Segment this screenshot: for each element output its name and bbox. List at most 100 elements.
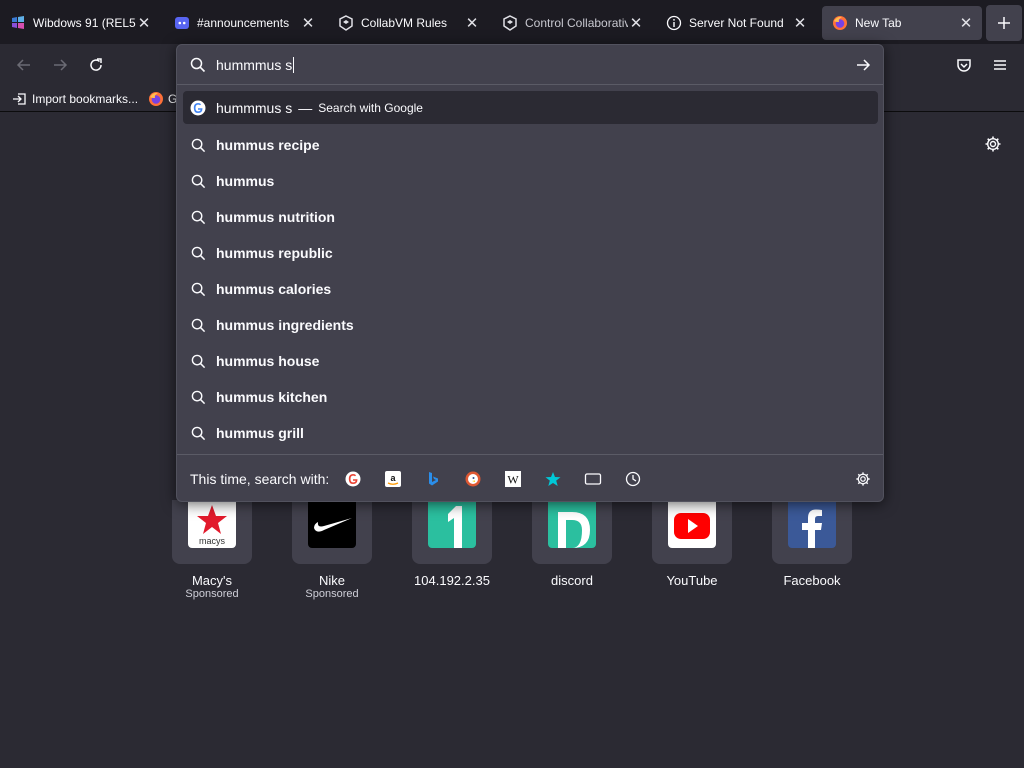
tab-server-not-found[interactable]: Server Not Found ✕ — [656, 6, 816, 40]
suggestion-item[interactable]: hummus nutrition — [183, 199, 878, 235]
reload-icon — [90, 58, 102, 71]
suggestion-text: hummus grill — [216, 425, 304, 441]
close-tab-icon[interactable]: ✕ — [628, 15, 644, 32]
tab-title: Wibdows 91 (REL5) — [33, 16, 136, 30]
result-action: Search with Google — [318, 100, 423, 115]
pocket-button[interactable] — [952, 53, 976, 77]
new-tab-button[interactable] — [986, 5, 1022, 41]
url-input[interactable]: hummmus s — [177, 45, 883, 85]
pocket-icon — [957, 59, 971, 72]
top-site-discord[interactable]: discord — [532, 500, 612, 588]
duckduckgo-icon[interactable] — [463, 469, 483, 489]
youtube-icon — [668, 500, 716, 548]
tabs-icon[interactable] — [583, 469, 603, 489]
collabvm-icon — [502, 15, 518, 31]
collabvm-icon — [338, 15, 354, 31]
tab-title: CollabVM Rules — [361, 16, 448, 30]
close-tab-icon[interactable]: ✕ — [958, 15, 974, 32]
go-button[interactable] — [854, 56, 872, 74]
top-site-macys[interactable]: macys Macy's Sponsored — [172, 500, 252, 600]
tab-new-tab[interactable]: New Tab ✕ — [822, 6, 982, 40]
search-icon — [190, 245, 206, 261]
suggestion-text: hummus nutrition — [216, 209, 335, 225]
go-arrow-icon — [857, 58, 871, 71]
suggestion-item[interactable]: hummus grill — [183, 415, 878, 451]
search-icon — [190, 353, 206, 369]
tab-title: #announcements — [197, 16, 290, 30]
result-query: hummmus s — [216, 99, 293, 116]
result-search-google[interactable]: hummmus s — Search with Google — [183, 91, 878, 124]
suggestion-item[interactable]: hummus house — [183, 343, 878, 379]
facebook-icon — [788, 500, 836, 548]
getting-started-bookmark[interactable]: G — [148, 90, 177, 108]
suggestion-item[interactable]: hummus republic — [183, 235, 878, 271]
top-site-ip[interactable]: 104.192.2.35 — [412, 500, 492, 588]
one-off-label: This time, search with: — [190, 470, 330, 487]
svg-text:macys: macys — [199, 536, 226, 546]
tab-wibdows[interactable]: Wibdows 91 (REL5) ✕ — [0, 6, 160, 40]
history-icon[interactable] — [623, 469, 643, 489]
sponsored-label: Sponsored — [305, 588, 359, 600]
suggestion-text: hummus house — [216, 353, 320, 369]
suggestion-item[interactable]: hummus kitchen — [183, 379, 878, 415]
import-icon — [13, 93, 26, 105]
text-cursor — [293, 56, 295, 73]
top-site-nike[interactable]: Nike Sponsored — [292, 500, 372, 600]
discord-icon — [174, 15, 190, 31]
sponsored-label: Sponsored — [185, 588, 239, 600]
suggestion-text: hummus — [216, 173, 275, 189]
top-site-label: Facebook — [783, 573, 841, 588]
close-tab-icon[interactable]: ✕ — [792, 15, 808, 32]
suggestion-item[interactable]: hummus ingredients — [183, 307, 878, 343]
urlbar-popup: hummmus s hummmus s — Search with Google… — [176, 44, 884, 502]
bing-icon[interactable] — [423, 469, 443, 489]
close-tab-icon[interactable]: ✕ — [464, 15, 480, 32]
top-site-label: discord — [551, 573, 593, 588]
suggestion-item[interactable]: hummus — [183, 163, 878, 199]
import-bookmarks-label: Import bookmarks... — [32, 92, 139, 106]
suggestion-item[interactable]: hummus recipe — [183, 127, 878, 163]
search-icon — [190, 281, 206, 297]
amazon-icon[interactable]: a — [383, 469, 403, 489]
result-dash: — — [298, 99, 313, 116]
tab-title: Server Not Found — [689, 16, 784, 30]
bookmarks-star-icon[interactable] — [543, 469, 563, 489]
suggestion-text: hummus republic — [216, 245, 333, 261]
import-bookmarks-item[interactable]: Import bookmarks... — [12, 90, 138, 108]
tab-title: New Tab — [855, 16, 902, 30]
suggestion-text: hummus recipe — [216, 137, 320, 153]
top-site-facebook[interactable]: Facebook — [772, 500, 852, 588]
forward-button[interactable] — [48, 53, 72, 77]
close-tab-icon[interactable]: ✕ — [300, 15, 316, 32]
close-tab-icon[interactable]: ✕ — [136, 15, 152, 32]
back-button[interactable] — [12, 53, 36, 77]
top-site-youtube[interactable]: YouTube — [652, 500, 732, 588]
one-off-search-bar: This time, search with: a W — [177, 454, 883, 502]
google-icon — [190, 100, 206, 116]
wibdows-icon — [10, 15, 26, 31]
tab-title: Control Collaborativ — [525, 16, 628, 30]
nike-swoosh-icon — [308, 500, 356, 548]
suggestion-item[interactable]: hummus calories — [183, 271, 878, 307]
tab-collabvm-rules[interactable]: CollabVM Rules ✕ — [328, 6, 488, 40]
letter-1-icon — [428, 500, 476, 548]
url-typed-text: hummmus s — [216, 56, 293, 73]
top-site-label: 104.192.2.35 — [414, 573, 490, 588]
menu-button[interactable] — [988, 53, 1012, 77]
results-list: hummmus s — Search with Google hummus re… — [183, 91, 878, 451]
top-site-label: Macy's — [191, 573, 233, 588]
wikipedia-icon[interactable]: W — [503, 469, 523, 489]
reload-button[interactable] — [84, 53, 108, 77]
top-site-label: YouTube — [666, 573, 718, 588]
search-icon — [190, 317, 206, 333]
search-settings-button[interactable] — [854, 470, 872, 488]
tab-control-collaborative[interactable]: Control Collaborativ ✕ — [492, 6, 652, 40]
info-icon — [666, 15, 682, 31]
personalize-button[interactable] — [982, 133, 1004, 155]
search-icon — [190, 389, 206, 405]
google-icon[interactable] — [343, 469, 363, 489]
tab-announcements[interactable]: #announcements ✕ — [164, 6, 324, 40]
gear-icon — [856, 472, 870, 486]
hamburger-menu-icon — [994, 60, 1006, 70]
search-icon — [190, 209, 206, 225]
